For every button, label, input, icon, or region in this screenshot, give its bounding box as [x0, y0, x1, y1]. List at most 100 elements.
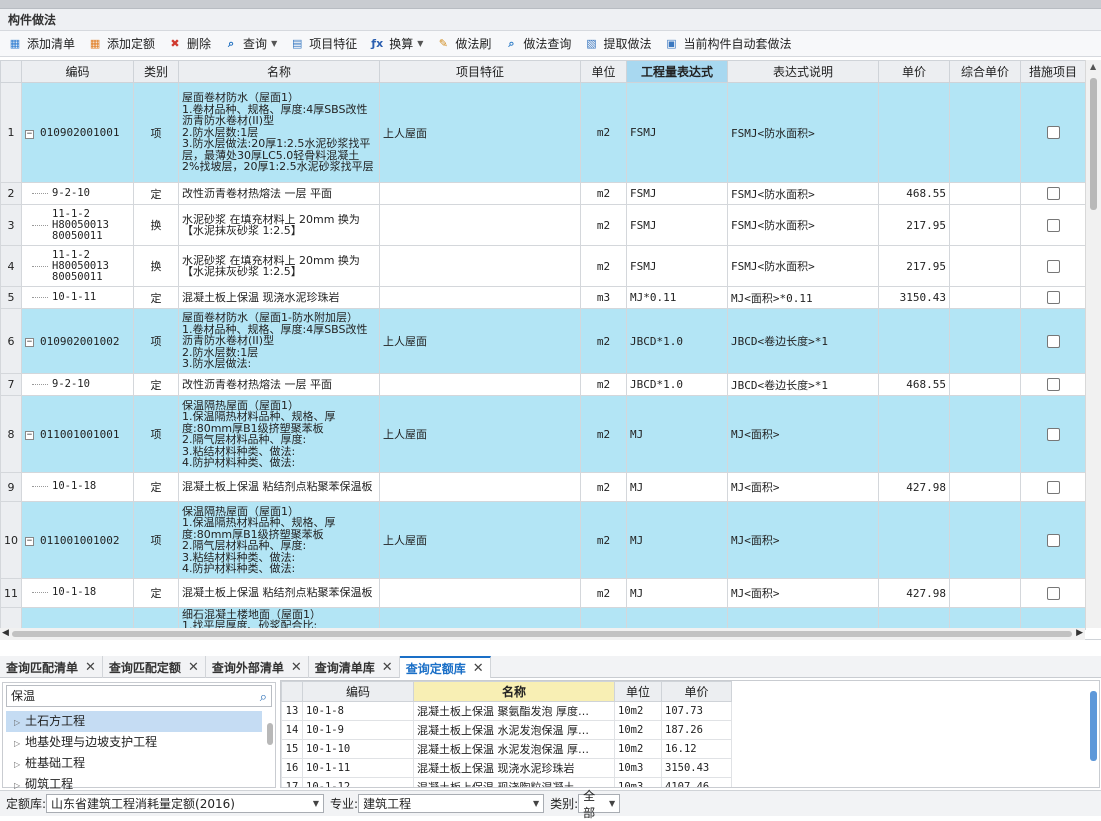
expression-cell[interactable]: MJ — [626, 395, 728, 473]
type-cell[interactable]: 换 — [133, 204, 179, 246]
feature-cell[interactable] — [379, 204, 581, 246]
price-cell[interactable]: 217.95 — [878, 204, 950, 246]
code-cell[interactable]: 11-1-2 H80050013 80050011 — [21, 245, 134, 287]
quota-name[interactable]: 混凝土板上保温 聚氨酯发泡 厚度… — [413, 701, 615, 721]
grid-header-cell[interactable]: 综合单价 — [949, 60, 1021, 83]
name-cell[interactable]: 混凝土板上保温 粘结剂点粘聚苯保温板 — [178, 472, 380, 502]
composite-price-cell[interactable] — [949, 607, 1021, 630]
expression-desc-cell[interactable]: FSMJ<防水面积> — [727, 245, 879, 287]
collapse-icon[interactable]: − — [25, 338, 34, 348]
quota-header-cell[interactable]: 单位 — [614, 681, 662, 702]
category-select[interactable]: 全部 ▼ — [578, 789, 621, 820]
price-cell[interactable]: 3150.43 — [878, 286, 950, 309]
measure-checkbox[interactable] — [1046, 378, 1060, 392]
feature-cell[interactable]: 上人屋面 — [379, 308, 581, 374]
price-cell[interactable] — [878, 82, 950, 183]
tab-query-4[interactable]: 查询定额库 ✕ — [399, 656, 491, 678]
major-select[interactable]: 建筑工程 ▼ — [358, 794, 545, 813]
category-tree-item[interactable]: ▷ 桩基础工程 — [6, 753, 262, 774]
scroll-right-icon[interactable]: ▶ — [1076, 628, 1083, 638]
feature-cell[interactable]: 上人屋面 — [379, 395, 581, 473]
grid-header-cell[interactable]: 单位 — [580, 60, 627, 83]
table-row[interactable]: 16 10-1-11 混凝土板上保温 现浇水泥珍珠岩 10m3 3150.43 — [281, 758, 732, 778]
quota-header-cell[interactable] — [281, 681, 303, 702]
table-row[interactable]: 6−010902001002 项屋面卷材防水（屋面1-防水附加层） 1.卷材品种、… — [0, 308, 1086, 374]
table-row[interactable]: 8−011001001001 项保温隔热屋面（屋面1） 1.保温隔热材料品种、规格… — [0, 395, 1086, 473]
measure-item-cell[interactable] — [1020, 82, 1086, 183]
table-row[interactable]: 2 9-2-10 定改性沥青卷材热熔法 一层 平面 m2 FSMJ FSMJ<防水面积> 4… — [0, 182, 1086, 205]
expression-cell[interactable] — [626, 607, 728, 630]
quota-price[interactable]: 4107.46 — [661, 777, 732, 787]
method-brush-button[interactable]: ✎ 做法刷 — [430, 33, 496, 55]
quota-unit[interactable]: 10m2 — [614, 739, 662, 759]
unit-cell[interactable]: m2 — [580, 182, 627, 205]
price-cell[interactable]: 468.55 — [878, 182, 950, 205]
unit-cell[interactable]: m2 — [580, 308, 627, 374]
type-cell[interactable] — [133, 607, 179, 630]
table-row[interactable]: 1−010902001001 项屋面卷材防水（屋面1） 1.卷材品种、规格、厚度:… — [0, 82, 1086, 183]
result-scrollbar[interactable] — [1090, 691, 1097, 761]
grid-header-cell[interactable]: 项目特征 — [379, 60, 581, 83]
composite-price-cell[interactable] — [949, 182, 1021, 205]
type-cell[interactable]: 定 — [133, 472, 179, 502]
table-row[interactable]: 13 10-1-8 混凝土板上保温 聚氨酯发泡 厚度… 10m2 107.73 — [281, 701, 732, 721]
expression-desc-cell[interactable]: MJ<面积> — [727, 395, 879, 473]
code-cell[interactable]: −011001001001 — [21, 395, 134, 473]
table-row[interactable]: 14 10-1-9 混凝土板上保温 水泥发泡保温 厚… 10m2 187.26 — [281, 720, 732, 740]
collapse-icon[interactable]: − — [25, 129, 34, 139]
type-cell[interactable]: 换 — [133, 245, 179, 287]
chevron-down-icon[interactable]: ▼ — [271, 39, 277, 48]
feature-cell[interactable] — [379, 182, 581, 205]
add-list-button[interactable]: ▦ 添加清单 — [2, 33, 80, 55]
quota-code[interactable]: 10-1-12 — [302, 777, 414, 787]
table-row[interactable]: 细石混凝土楼地面（屋面1） 1.找平层厚度、砂浆配合比: — [0, 607, 1086, 630]
quota-unit[interactable]: 10m3 — [614, 758, 662, 778]
unit-cell[interactable]: m2 — [580, 373, 627, 396]
auto-apply-button[interactable]: ▣ 当前构件自动套做法 — [658, 33, 796, 55]
expression-desc-cell[interactable]: MJ<面积> — [727, 472, 879, 502]
expression-desc-cell[interactable]: JBCD<卷边长度>*1 — [727, 308, 879, 374]
method-query-button[interactable]: ⌕ 做法查询 — [498, 33, 576, 55]
expression-cell[interactable]: FSMJ — [626, 82, 728, 183]
expression-cell[interactable]: MJ*0.11 — [626, 286, 728, 309]
measure-item-cell[interactable] — [1020, 308, 1086, 374]
composite-price-cell[interactable] — [949, 286, 1021, 309]
unit-cell[interactable]: m2 — [580, 578, 627, 608]
expression-cell[interactable]: MJ — [626, 501, 728, 579]
expression-desc-cell[interactable] — [727, 607, 879, 630]
expand-icon[interactable]: ▷ — [14, 760, 20, 769]
scroll-left-icon[interactable]: ◀ — [2, 628, 9, 638]
close-icon[interactable]: ✕ — [188, 660, 199, 675]
measure-item-cell[interactable] — [1020, 182, 1086, 205]
quota-unit[interactable]: 10m2 — [614, 701, 662, 721]
feature-cell[interactable]: 上人屋面 — [379, 501, 581, 579]
feature-cell[interactable] — [379, 373, 581, 396]
grid-vertical-scrollbar[interactable]: ▲ — [1085, 60, 1101, 628]
grid-horizontal-scrollbar[interactable]: ◀ ▶ — [0, 628, 1085, 640]
price-cell[interactable]: 427.98 — [878, 472, 950, 502]
feature-cell[interactable] — [379, 578, 581, 608]
unit-cell[interactable] — [580, 607, 627, 630]
measure-item-cell[interactable] — [1020, 395, 1086, 473]
expression-cell[interactable]: FSMJ — [626, 182, 728, 205]
expression-desc-cell[interactable]: FSMJ<防水面积> — [727, 204, 879, 246]
unit-cell[interactable]: m2 — [580, 245, 627, 287]
expression-desc-cell[interactable]: MJ<面积> — [727, 501, 879, 579]
measure-item-cell[interactable] — [1020, 204, 1086, 246]
price-cell[interactable] — [878, 395, 950, 473]
name-cell[interactable]: 水泥砂浆 在填充材料上 20mm 换为【水泥抹灰砂浆 1:2.5】 — [178, 204, 380, 246]
price-cell[interactable]: 468.55 — [878, 373, 950, 396]
composite-price-cell[interactable] — [949, 82, 1021, 183]
expand-icon[interactable]: ▷ — [14, 739, 20, 748]
type-cell[interactable]: 项 — [133, 395, 179, 473]
extract-method-button[interactable]: ▧ 提取做法 — [578, 33, 656, 55]
composite-price-cell[interactable] — [949, 204, 1021, 246]
measure-checkbox[interactable] — [1046, 291, 1060, 305]
grid-header-cell[interactable] — [0, 60, 22, 83]
table-row[interactable]: 4 11-1-2 H80050013 80050011 换水泥砂浆 在填充材料上 2… — [0, 245, 1086, 287]
type-cell[interactable]: 项 — [133, 82, 179, 183]
measure-checkbox[interactable] — [1046, 334, 1060, 348]
tab-query-1[interactable]: 查询匹配定额 ✕ — [103, 656, 206, 678]
expression-cell[interactable]: MJ — [626, 578, 728, 608]
item-feature-button[interactable]: ▤ 项目特征 — [284, 33, 362, 55]
